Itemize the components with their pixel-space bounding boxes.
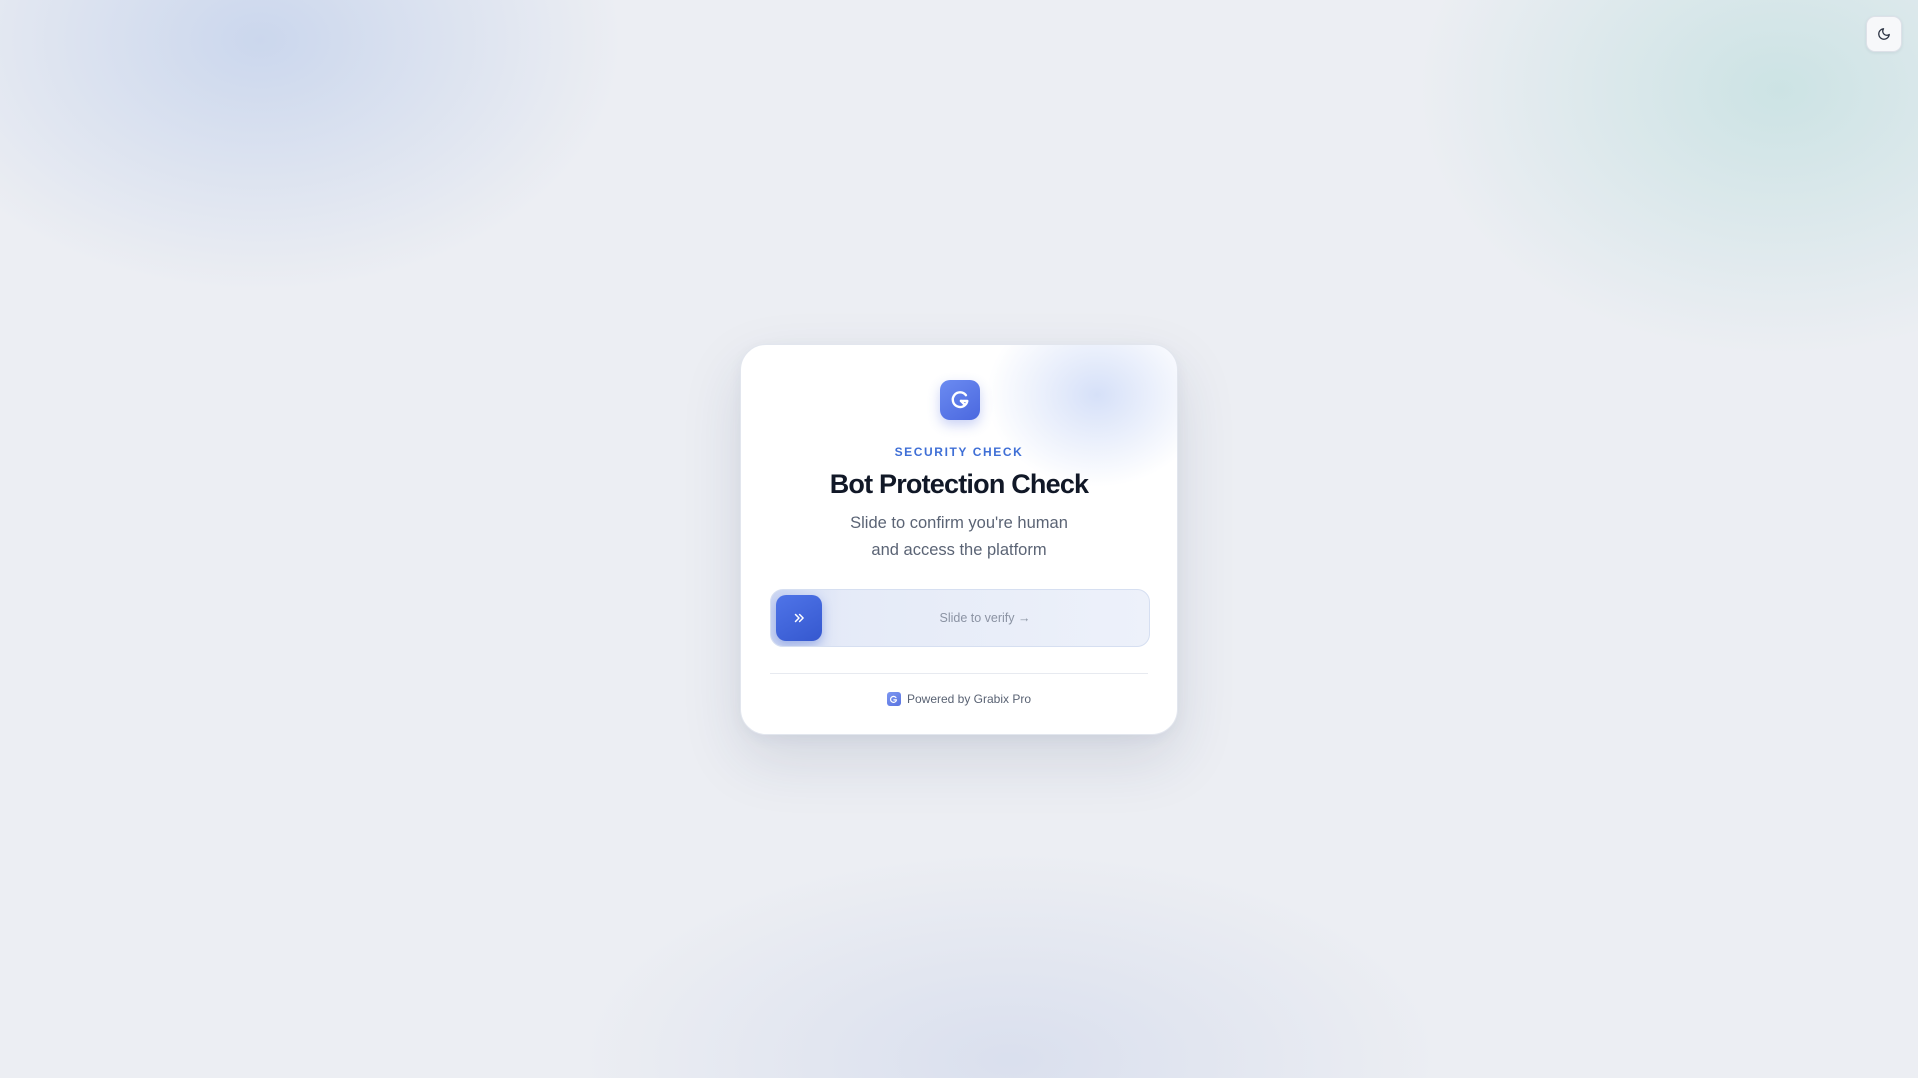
eyebrow-label: SECURITY CHECK: [894, 445, 1024, 459]
grabix-logo-icon: [886, 692, 901, 706]
slider-label: Slide to verify →: [939, 611, 1031, 625]
page-title: Bot Protection Check: [829, 469, 1089, 499]
grabix-logo-icon: [940, 380, 980, 420]
slide-to-verify-track[interactable]: Slide to verify →: [770, 589, 1150, 647]
moon-icon: [1878, 28, 1890, 40]
footer: Powered by Grabix Pro: [741, 691, 1177, 707]
powered-by-text: Powered by Grabix Pro: [906, 692, 1032, 706]
verification-card: SECURITY CHECK Bot Protection Check Slid…: [740, 344, 1178, 735]
subtitle-line-2: and access the platform: [871, 541, 1047, 559]
subtitle-line-1: Slide to confirm you're human: [850, 514, 1068, 532]
slider-handle[interactable]: [776, 595, 822, 641]
theme-toggle-button[interactable]: [1866, 16, 1902, 52]
divider: [770, 673, 1148, 674]
subtitle: Slide to confirm you're human and access…: [741, 510, 1177, 564]
chevrons-right-icon: [794, 613, 804, 623]
